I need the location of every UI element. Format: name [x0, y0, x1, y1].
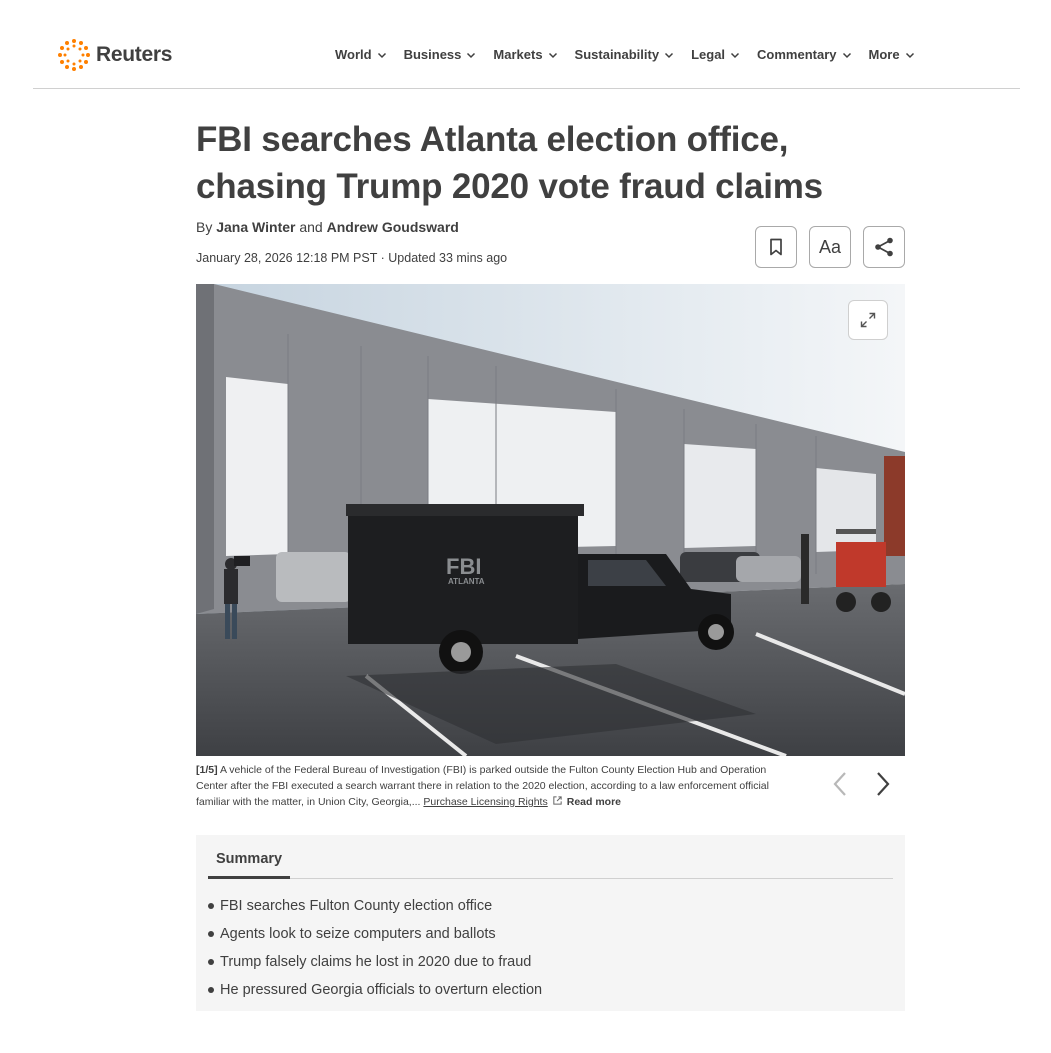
nav-label: Markets: [493, 47, 543, 62]
author-link[interactable]: Andrew Goudsward: [327, 219, 459, 235]
summary-tab[interactable]: Summary: [208, 851, 290, 867]
summary-item-text: FBI searches Fulton County election offi…: [220, 898, 493, 914]
reuters-logo-icon: [58, 39, 90, 71]
photo-image: FBI ATLANTA: [196, 284, 905, 756]
bullet-icon: [208, 931, 214, 937]
article-headline: FBI searches Atlanta election office, ch…: [196, 120, 823, 206]
brand-name: Reuters: [96, 43, 173, 66]
byline: By Jana Winter and Andrew Goudsward: [196, 219, 459, 235]
summary-list: FBI searches Fulton County election offi…: [208, 892, 542, 1004]
photo-caption: [1/5] A vehicle of the Federal Bureau of…: [196, 762, 776, 810]
chevron-down-icon: [842, 52, 851, 58]
publish-date: January 28, 2026 12:18 PM PST: [196, 251, 378, 265]
chevron-left-icon: [833, 772, 846, 796]
article-photo[interactable]: FBI ATLANTA: [196, 284, 905, 756]
chevron-down-icon: [731, 52, 740, 58]
nav-item-sustainability[interactable]: Sustainability: [575, 47, 675, 62]
bookmark-button[interactable]: [755, 226, 797, 268]
byline-prefix: By: [196, 219, 213, 235]
author-link[interactable]: Jana Winter: [216, 219, 295, 235]
bullet-icon: [208, 959, 214, 965]
updated-time: Updated 33 mins ago: [388, 251, 508, 265]
summary-item: Trump falsely claims he lost in 2020 due…: [208, 948, 542, 976]
nav-item-more[interactable]: More: [869, 47, 915, 62]
expand-photo-button[interactable]: [848, 300, 888, 340]
nav-item-business[interactable]: Business: [404, 47, 477, 62]
summary-divider: [208, 878, 893, 879]
nav-label: Legal: [691, 47, 726, 62]
truck-fbi-text: FBI: [446, 554, 481, 579]
nav-label: Sustainability: [574, 47, 660, 62]
read-more-link[interactable]: Read more: [567, 796, 621, 808]
chevron-down-icon: [377, 52, 386, 58]
main-nav: World Business Markets Sustainability Le…: [335, 47, 915, 62]
purchase-licensing-link[interactable]: Purchase Licensing Rights: [423, 796, 547, 808]
summary-item: He pressured Georgia officials to overtu…: [208, 976, 542, 1004]
chevron-right-icon: [877, 772, 890, 796]
summary-item-text: Agents look to seize computers and ballo…: [220, 926, 496, 942]
photo-index: [1/5]: [196, 764, 218, 776]
font-size-label: Aa: [818, 236, 842, 257]
nav-label: Commentary: [757, 47, 837, 62]
nav-label: World: [335, 47, 372, 62]
chevron-down-icon: [467, 52, 476, 58]
share-button[interactable]: [863, 226, 905, 268]
nav-item-legal[interactable]: Legal: [691, 47, 740, 62]
chevron-down-icon: [905, 52, 914, 58]
bullet-icon: [208, 903, 214, 909]
share-icon: [875, 237, 893, 257]
site-header: Reuters World Business Markets Sustainab…: [33, 0, 1020, 89]
nav-label: Business: [403, 47, 462, 62]
previous-photo-button[interactable]: [827, 770, 853, 798]
bullet-icon: [208, 987, 214, 993]
nav-item-markets[interactable]: Markets: [493, 47, 557, 62]
nav-item-world[interactable]: World: [335, 47, 387, 62]
summary-tab-indicator: [208, 876, 290, 879]
nav-label: More: [868, 47, 900, 62]
chevron-down-icon: [548, 52, 557, 58]
expand-icon: [860, 312, 876, 328]
chevron-down-icon: [665, 52, 674, 58]
external-link-icon: [553, 796, 562, 805]
byline-and: and: [299, 219, 323, 235]
font-size-button[interactable]: Aa: [809, 226, 851, 268]
summary-item: FBI searches Fulton County election offi…: [208, 892, 542, 920]
summary-item-text: He pressured Georgia officials to overtu…: [220, 982, 543, 998]
nav-item-commentary[interactable]: Commentary: [757, 47, 851, 62]
bookmark-icon: [770, 238, 782, 256]
date-separator: ·: [380, 251, 385, 265]
truck-atlanta-text: ATLANTA: [448, 577, 485, 586]
summary-item: Agents look to seize computers and ballo…: [208, 920, 542, 948]
summary-item-text: Trump falsely claims he lost in 2020 due…: [220, 954, 532, 970]
next-photo-button[interactable]: [870, 770, 896, 798]
reuters-logo[interactable]: Reuters: [57, 38, 172, 72]
summary-box: Summary FBI searches Fulton County elect…: [196, 835, 905, 1011]
dateline: January 28, 2026 12:18 PM PST · Updated …: [196, 251, 507, 265]
